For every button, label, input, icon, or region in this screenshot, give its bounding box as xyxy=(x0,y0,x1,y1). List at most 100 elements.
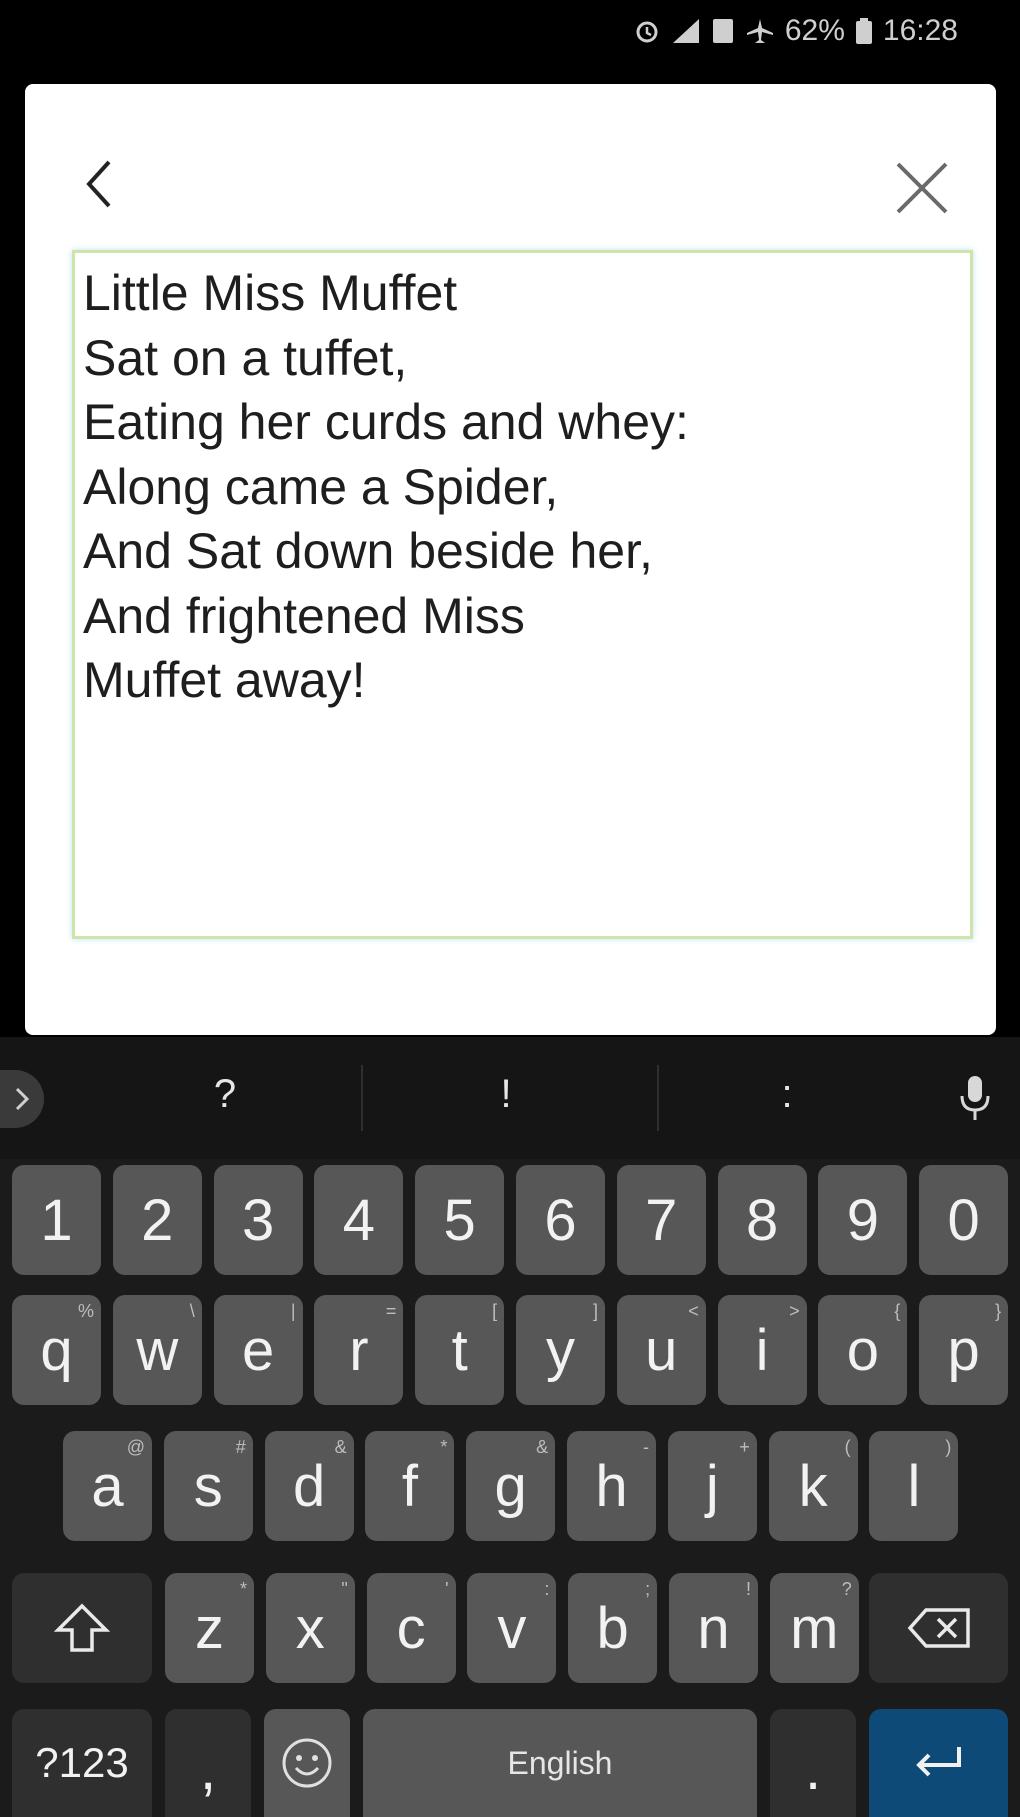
shift-icon xyxy=(54,1603,110,1652)
key-hint: % xyxy=(77,1301,94,1321)
key-label: e xyxy=(241,1317,275,1383)
clock: 16:28 xyxy=(882,14,958,47)
key-label: 9 xyxy=(846,1187,880,1253)
period-key[interactable]: . xyxy=(770,1709,856,1817)
key-8[interactable]: 8 xyxy=(717,1165,807,1275)
key-hint: ' xyxy=(445,1579,449,1599)
key-label: m xyxy=(790,1595,839,1661)
key-label: 3 xyxy=(241,1187,275,1253)
key-r[interactable]: r = xyxy=(314,1295,404,1405)
key-h[interactable]: h- xyxy=(567,1431,656,1541)
key-hint: ! xyxy=(745,1579,751,1599)
suggestion-2[interactable]: ! xyxy=(446,1072,566,1128)
key-t[interactable]: t[ xyxy=(415,1295,505,1405)
battery-percent: 62% xyxy=(784,14,845,47)
key-w[interactable]: w \ xyxy=(112,1295,202,1405)
suggestion-divider xyxy=(361,1065,363,1131)
key-0[interactable]: 0 xyxy=(919,1165,1009,1275)
key-label: 2 xyxy=(141,1187,174,1253)
key-hint: & xyxy=(334,1437,347,1457)
key-2[interactable]: 2 xyxy=(112,1165,202,1275)
key-1[interactable]: 1 xyxy=(12,1165,101,1275)
key-f[interactable]: f * xyxy=(365,1431,455,1541)
key-hint: } xyxy=(995,1301,1002,1321)
signal-icon xyxy=(671,17,701,45)
key-q[interactable]: q% xyxy=(12,1295,101,1405)
key-label: 7 xyxy=(645,1187,678,1253)
key-4[interactable]: 4 xyxy=(314,1165,404,1275)
key-label: 4 xyxy=(342,1187,376,1253)
suggestion-bar: ? ! : xyxy=(0,1037,1020,1159)
key-a[interactable]: a @ xyxy=(63,1431,152,1541)
key-label: j xyxy=(705,1453,719,1519)
key-label: z xyxy=(195,1595,224,1661)
key-label: 0 xyxy=(947,1187,980,1253)
shift-key[interactable] xyxy=(12,1573,152,1683)
key-g[interactable]: g & xyxy=(466,1431,556,1541)
key-label: u xyxy=(645,1317,678,1383)
key-hint: - xyxy=(643,1437,649,1457)
enter-key[interactable] xyxy=(869,1709,1008,1817)
mic-button[interactable] xyxy=(950,1067,1000,1129)
key-label: x xyxy=(295,1595,325,1661)
key-label: y xyxy=(546,1317,575,1383)
key-n[interactable]: n! xyxy=(669,1573,758,1683)
key-y[interactable]: y] xyxy=(516,1295,605,1405)
key-v[interactable]: v: xyxy=(467,1573,557,1683)
text-input[interactable]: Little Miss Muffet Sat on a tuffet, Eati… xyxy=(75,253,970,936)
key-s[interactable]: s # xyxy=(163,1431,253,1541)
key-label: t xyxy=(451,1317,468,1383)
key-i[interactable]: i > xyxy=(717,1295,807,1405)
comma-key[interactable]: , xyxy=(165,1709,251,1817)
key-p[interactable]: p} xyxy=(919,1295,1009,1405)
key-label: f xyxy=(401,1453,418,1519)
key-c[interactable]: c ' xyxy=(366,1573,456,1683)
key-3[interactable]: 3 xyxy=(213,1165,303,1275)
key-label: w xyxy=(136,1317,179,1383)
key-label: 8 xyxy=(745,1187,779,1253)
key-hint: \ xyxy=(189,1301,195,1321)
key-b[interactable]: b; xyxy=(568,1573,658,1683)
suggestion-3[interactable]: : xyxy=(727,1072,847,1128)
key-7[interactable]: 7 xyxy=(616,1165,706,1275)
key-j[interactable]: j + xyxy=(667,1431,757,1541)
key-5[interactable]: 5 xyxy=(415,1165,505,1275)
key-x[interactable]: x " xyxy=(265,1573,355,1683)
enter-icon xyxy=(915,1747,961,1777)
close-icon xyxy=(896,162,948,214)
text-input-box[interactable]: Little Miss Muffet Sat on a tuffet, Eati… xyxy=(72,250,973,939)
backspace-key[interactable] xyxy=(869,1573,1008,1683)
close-button[interactable] xyxy=(890,156,954,220)
key-hint: @ xyxy=(126,1437,145,1457)
key-6[interactable]: 6 xyxy=(516,1165,605,1275)
key-l[interactable]: l) xyxy=(869,1431,959,1541)
chevron-left-icon xyxy=(86,160,111,208)
suggestion-1[interactable]: ? xyxy=(165,1072,285,1128)
key-z[interactable]: z * xyxy=(165,1573,254,1683)
key-hint: ? xyxy=(841,1579,852,1599)
key-hint: = xyxy=(385,1301,397,1321)
key-label: 6 xyxy=(544,1187,577,1253)
key-m[interactable]: m? xyxy=(769,1573,859,1683)
key-9[interactable]: 9 xyxy=(818,1165,908,1275)
key-e[interactable]: e | xyxy=(213,1295,303,1405)
symbols-key[interactable]: ?123 xyxy=(12,1709,152,1817)
key-u[interactable]: u < xyxy=(616,1295,706,1405)
airplane-icon xyxy=(745,17,775,45)
back-button[interactable] xyxy=(69,154,129,214)
key-hint: * xyxy=(440,1437,448,1457)
key-d[interactable]: d & xyxy=(264,1431,354,1541)
space-key[interactable]: English xyxy=(363,1709,757,1817)
key-label: k xyxy=(798,1453,828,1519)
key-hint: ; xyxy=(645,1579,651,1599)
expand-toolbar-button[interactable] xyxy=(0,1070,44,1128)
key-label: s xyxy=(193,1453,223,1519)
key-o[interactable]: o{ xyxy=(818,1295,908,1405)
key-label: b xyxy=(596,1595,629,1661)
emoji-key[interactable] xyxy=(264,1709,350,1817)
key-hint: < xyxy=(688,1301,699,1321)
key-k[interactable]: k( xyxy=(768,1431,858,1541)
key-label: h xyxy=(595,1453,628,1519)
key-label: r xyxy=(349,1317,369,1383)
key-label: 1 xyxy=(40,1187,73,1253)
